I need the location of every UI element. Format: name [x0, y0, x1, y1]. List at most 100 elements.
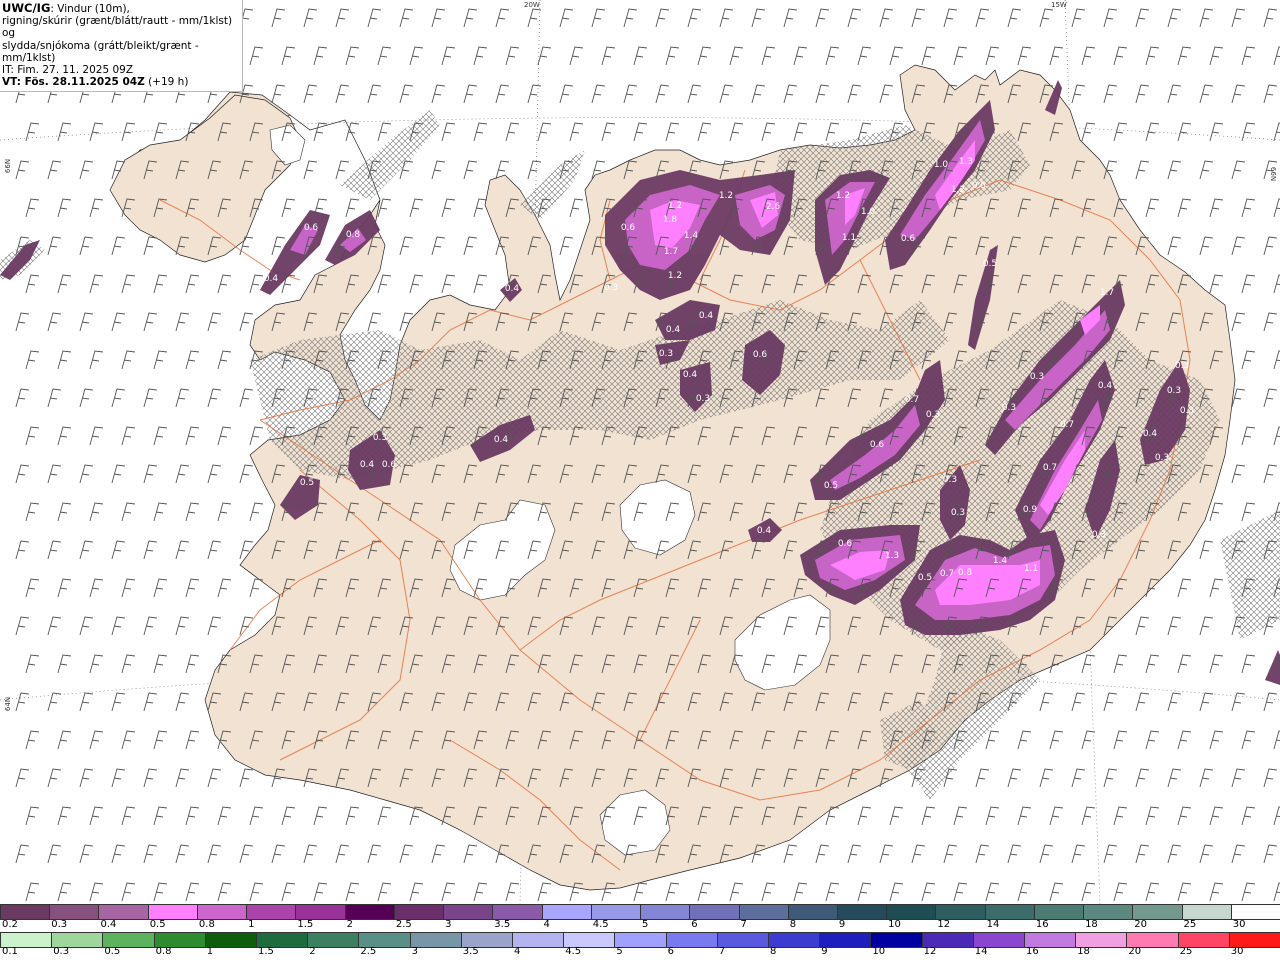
scale-label: 4	[543, 919, 550, 930]
scale-label: 9	[838, 919, 846, 930]
snow-color-scale	[0, 904, 1280, 920]
precip-value: 0.3	[1002, 403, 1016, 413]
precip-value: 0.6	[753, 350, 768, 360]
scale-swatch	[1181, 905, 1231, 919]
snow-scale-labels: 0.2 0.3 0.4 0.5 0.8 1 1.5 2 2.5 3 3.5 4 4.5 5 6 7 8 9 10 12…	[0, 919, 1280, 932]
scale-swatch	[443, 905, 493, 919]
scale-swatch	[716, 933, 769, 947]
scale-label: 0.3	[53, 946, 70, 957]
scale-label: 0.1	[2, 946, 18, 957]
precip-value: 0.8	[958, 568, 973, 578]
scale-swatch	[870, 933, 922, 947]
latitude-label-66n-left: 66N	[4, 158, 13, 174]
scale-label: 2	[346, 919, 353, 930]
precip-value: 0.6	[901, 234, 916, 244]
scale-label: 6	[667, 946, 674, 957]
scale-swatch	[460, 933, 513, 947]
precip-value: 0.7	[905, 395, 919, 405]
scale-label: 0.8	[155, 946, 172, 957]
precip-value: 0.3	[1167, 386, 1181, 396]
scale-label: 12	[923, 946, 937, 957]
scale-label: 3	[411, 946, 418, 957]
valid-time: VT: Fös. 28.11.2025 04Z	[2, 76, 145, 89]
precip-value: 0.6	[382, 460, 397, 470]
scale-swatch	[541, 905, 591, 919]
scale-swatch	[344, 905, 394, 919]
scale-label: 3	[445, 919, 452, 930]
scale-swatch	[640, 905, 690, 919]
scale-label: 30	[1230, 946, 1244, 957]
precip-value: 0.6	[870, 440, 885, 450]
precip-value: 0.4	[1143, 429, 1158, 439]
precip-value: 0.6	[838, 539, 853, 549]
scale-swatch	[614, 933, 666, 947]
latitude-label-66n-right: 66N	[1269, 166, 1278, 182]
precip-value: 1.3	[885, 551, 899, 561]
scale-label: 25	[1183, 919, 1197, 930]
precip-value: 1.8	[663, 215, 678, 225]
precip-value: 1.7	[1100, 288, 1114, 298]
rain-legend-text: rigning/skúrir (grænt/blátt/rautt - mm/1…	[2, 15, 233, 40]
precip-value: 0.4	[494, 435, 509, 445]
weather-map: 0.6 0.8 0.4 0.4 0.6 1.2 1.8 1.4 1.7 1.2 0.3 1.2 2.6 1…	[0, 0, 1280, 904]
map-info-panel: UWC/IG: Vindur (10m), rigning/skúrir (gr…	[0, 0, 243, 93]
scale-swatch	[935, 905, 985, 919]
precip-value: 0.3	[1092, 530, 1106, 540]
scale-swatch	[512, 933, 564, 947]
precip-value: 0.3	[951, 508, 965, 518]
scale-swatch	[984, 905, 1034, 919]
scale-label: 20	[1134, 919, 1148, 930]
scale-label: 5	[642, 919, 649, 930]
scale-label: 2.5	[360, 946, 377, 957]
scale-label: 18	[1077, 946, 1090, 957]
scale-label: 3.5	[462, 946, 479, 957]
product-title: : Vindur (10m),	[50, 3, 130, 15]
precip-value: 0.4	[264, 274, 279, 284]
scale-label: 8	[789, 919, 797, 930]
precip-value: 1.4	[684, 231, 699, 241]
scale-swatch	[492, 905, 542, 919]
scale-label: 0.2	[2, 919, 18, 930]
scale-swatch	[787, 905, 837, 919]
scale-swatch	[49, 905, 99, 919]
scale-label: 1.5	[297, 919, 314, 930]
scale-swatch	[0, 905, 50, 919]
scale-swatch	[563, 933, 615, 947]
scale-label: 1.5	[258, 946, 274, 957]
scale-swatch	[393, 905, 444, 919]
scale-label: 4	[514, 946, 521, 957]
scale-label: 16	[1035, 919, 1049, 930]
precip-value: 0.4	[683, 370, 698, 380]
scale-label: 16	[1026, 946, 1039, 957]
scale-label: 14	[986, 919, 1000, 930]
snow-legend-text: slydda/snjókoma (grátt/bleikt/grænt - mm…	[2, 39, 199, 64]
scale-label: 3.5	[494, 919, 511, 930]
precip-value: 0.3	[373, 433, 387, 443]
forecast-offset: (+19 h)	[144, 76, 189, 89]
scale-swatch	[1177, 933, 1229, 947]
scale-swatch	[1024, 933, 1076, 947]
precip-value: 0.7	[940, 569, 954, 579]
scale-swatch	[972, 933, 1025, 947]
scale-label: 2.5	[395, 919, 412, 930]
scale-swatch	[153, 933, 205, 947]
scale-swatch	[689, 905, 739, 919]
scale-swatch	[409, 933, 461, 947]
scale-label: 20	[1128, 946, 1142, 957]
scale-swatch	[921, 933, 973, 947]
scale-swatch	[256, 933, 308, 947]
precip-value: 0.9	[1023, 505, 1038, 515]
scale-swatch	[886, 905, 936, 919]
scale-label: 7	[718, 946, 726, 957]
precip-value: 0.8	[346, 230, 361, 240]
scale-label: 14	[974, 946, 988, 957]
longitude-label-20w: 20W	[524, 1, 540, 9]
precip-value: 0.5	[824, 481, 838, 491]
precip-value: 1.2	[668, 271, 682, 281]
precip-value: 0.4	[1098, 381, 1113, 391]
scale-swatch	[0, 933, 52, 947]
scale-swatch	[1230, 905, 1280, 919]
longitude-label-15w: 15W	[1051, 1, 1067, 9]
precip-value: 0.3	[604, 283, 618, 293]
scale-label: 18	[1085, 919, 1098, 930]
